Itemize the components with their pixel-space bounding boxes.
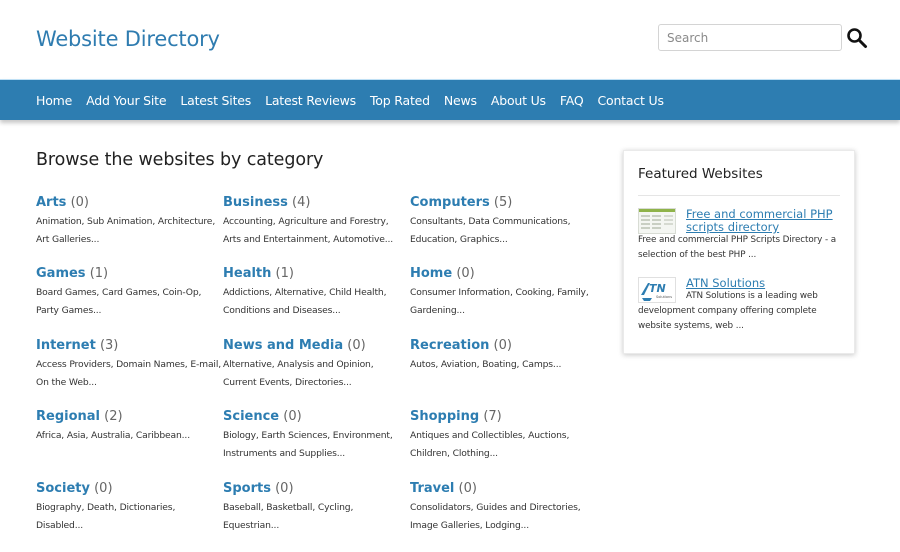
- category-item: News and Media (0) Alternative, Analysis…: [223, 337, 408, 392]
- category-count: (3): [99, 338, 119, 353]
- subcategory-list[interactable]: Consultants, Data Communications, Educat…: [410, 213, 595, 249]
- featured-websites-panel: Featured Websites Free and commercial PH…: [623, 150, 855, 354]
- nav-latest-reviews[interactable]: Latest Reviews: [265, 93, 356, 108]
- nav-contact-us[interactable]: Contact Us: [597, 93, 663, 108]
- featured-description: ATN Solutions is a leading web developme…: [638, 291, 818, 331]
- subcategory-list[interactable]: Biology, Earth Sciences, Environment, In…: [223, 427, 408, 463]
- category-link[interactable]: Arts: [36, 195, 66, 210]
- subcategory-list[interactable]: Consolidators, Guides and Directories, I…: [410, 499, 595, 535]
- nav-about-us[interactable]: About Us: [491, 93, 546, 108]
- search-input[interactable]: [658, 24, 842, 51]
- featured-title: Featured Websites: [638, 166, 763, 182]
- category-link[interactable]: News and Media: [223, 338, 343, 353]
- subcategory-list[interactable]: Board Games, Card Games, Coin-Op, Party …: [36, 284, 221, 320]
- search-icon: [847, 28, 867, 48]
- category-link[interactable]: Sports: [223, 481, 271, 496]
- category-link[interactable]: Shopping: [410, 409, 479, 424]
- site-header: Website Directory: [0, 0, 900, 79]
- category-count: (0): [458, 481, 477, 496]
- subcategory-list[interactable]: Alternative, Analysis and Opinion, Curre…: [223, 356, 408, 392]
- nav-home[interactable]: Home: [36, 93, 72, 108]
- subcategory-list[interactable]: Antiques and Collectibles, Auctions, Chi…: [410, 427, 595, 463]
- category-item: Science (0) Biology, Earth Sciences, Env…: [223, 408, 408, 463]
- subcategory-list[interactable]: Access Providers, Domain Names, E-mail, …: [36, 356, 221, 392]
- category-item: Regional (2) Africa, Asia, Australia, Ca…: [36, 408, 221, 445]
- category-link[interactable]: Health: [223, 266, 271, 281]
- category-item: Games (1) Board Games, Card Games, Coin-…: [36, 265, 221, 320]
- category-item: Arts (0) Animation, Sub Animation, Archi…: [36, 194, 221, 249]
- search-button[interactable]: [846, 27, 868, 49]
- category-count: (0): [94, 481, 113, 496]
- category-count: (0): [275, 481, 294, 496]
- subcategory-list[interactable]: Africa, Asia, Australia, Caribbean...: [36, 427, 221, 445]
- featured-link[interactable]: Free and commercial PHP scripts director…: [686, 208, 846, 234]
- category-item: Health (1) Addictions, Alternative, Chil…: [223, 265, 408, 320]
- subcategory-list[interactable]: Addictions, Alternative, Child Health, C…: [223, 284, 408, 320]
- category-count: (5): [493, 195, 513, 210]
- category-count: (4): [292, 195, 311, 210]
- category-item: Travel (0) Consolidators, Guides and Dir…: [410, 480, 595, 535]
- category-item: Sports (0) Baseball, Basketball, Cycling…: [223, 480, 408, 535]
- category-count: (0): [493, 338, 512, 353]
- category-count: (1): [275, 266, 294, 281]
- category-link[interactable]: Science: [223, 409, 279, 424]
- category-link[interactable]: Internet: [36, 338, 96, 353]
- divider: [638, 195, 840, 196]
- page-title: Browse the websites by category: [36, 150, 324, 170]
- nav-latest-sites[interactable]: Latest Sites: [180, 93, 251, 108]
- nav-items: Home Add Your Site Latest Sites Latest R…: [36, 80, 678, 120]
- category-count: (0): [283, 409, 302, 424]
- category-item: Home (0) Consumer Information, Cooking, …: [410, 265, 595, 320]
- category-item: Business (4) Accounting, Agriculture and…: [223, 194, 408, 249]
- category-item: Computers (5) Consultants, Data Communic…: [410, 194, 595, 249]
- category-link[interactable]: Home: [410, 266, 452, 281]
- subcategory-list[interactable]: Baseball, Basketball, Cycling, Equestria…: [223, 499, 408, 535]
- main-nav: Home Add Your Site Latest Sites Latest R…: [0, 79, 900, 120]
- category-link[interactable]: Society: [36, 481, 90, 496]
- nav-top-rated[interactable]: Top Rated: [370, 93, 430, 108]
- category-link[interactable]: Recreation: [410, 338, 489, 353]
- category-item: Shopping (7) Antiques and Collectibles, …: [410, 408, 595, 463]
- category-count: (0): [456, 266, 475, 281]
- subcategory-list[interactable]: Accounting, Agriculture and Forestry, Ar…: [223, 213, 408, 249]
- category-count: (1): [89, 266, 109, 281]
- category-link[interactable]: Travel: [410, 481, 454, 496]
- php-scripts-thumbnail-icon[interactable]: [638, 208, 676, 234]
- category-count: (0): [347, 338, 366, 353]
- subcategory-list[interactable]: Biography, Death, Dictionaries, Disabled…: [36, 499, 221, 535]
- nav-add-your-site[interactable]: Add Your Site: [86, 93, 166, 108]
- category-count: (2): [104, 409, 123, 424]
- category-link[interactable]: Games: [36, 266, 86, 281]
- featured-description: Free and commercial PHP Scripts Director…: [638, 235, 837, 260]
- category-item: Recreation (0) Autos, Aviation, Boating,…: [410, 337, 595, 374]
- category-count: (0): [70, 195, 89, 210]
- category-link[interactable]: Business: [223, 195, 288, 210]
- category-count: (7): [483, 409, 502, 424]
- nav-faq[interactable]: FAQ: [560, 93, 584, 108]
- category-item: Internet (3) Access Providers, Domain Na…: [36, 337, 221, 392]
- site-title[interactable]: Website Directory: [36, 27, 220, 51]
- category-item: Society (0) Biography, Death, Dictionari…: [36, 480, 221, 535]
- nav-news[interactable]: News: [444, 93, 477, 108]
- subcategory-list[interactable]: Consumer Information, Cooking, Family, G…: [410, 284, 595, 320]
- subcategory-list[interactable]: Autos, Aviation, Boating, Camps...: [410, 356, 595, 374]
- subcategory-list[interactable]: Animation, Sub Animation, Architecture, …: [36, 213, 221, 249]
- category-link[interactable]: Regional: [36, 409, 100, 424]
- category-link[interactable]: Computers: [410, 195, 490, 210]
